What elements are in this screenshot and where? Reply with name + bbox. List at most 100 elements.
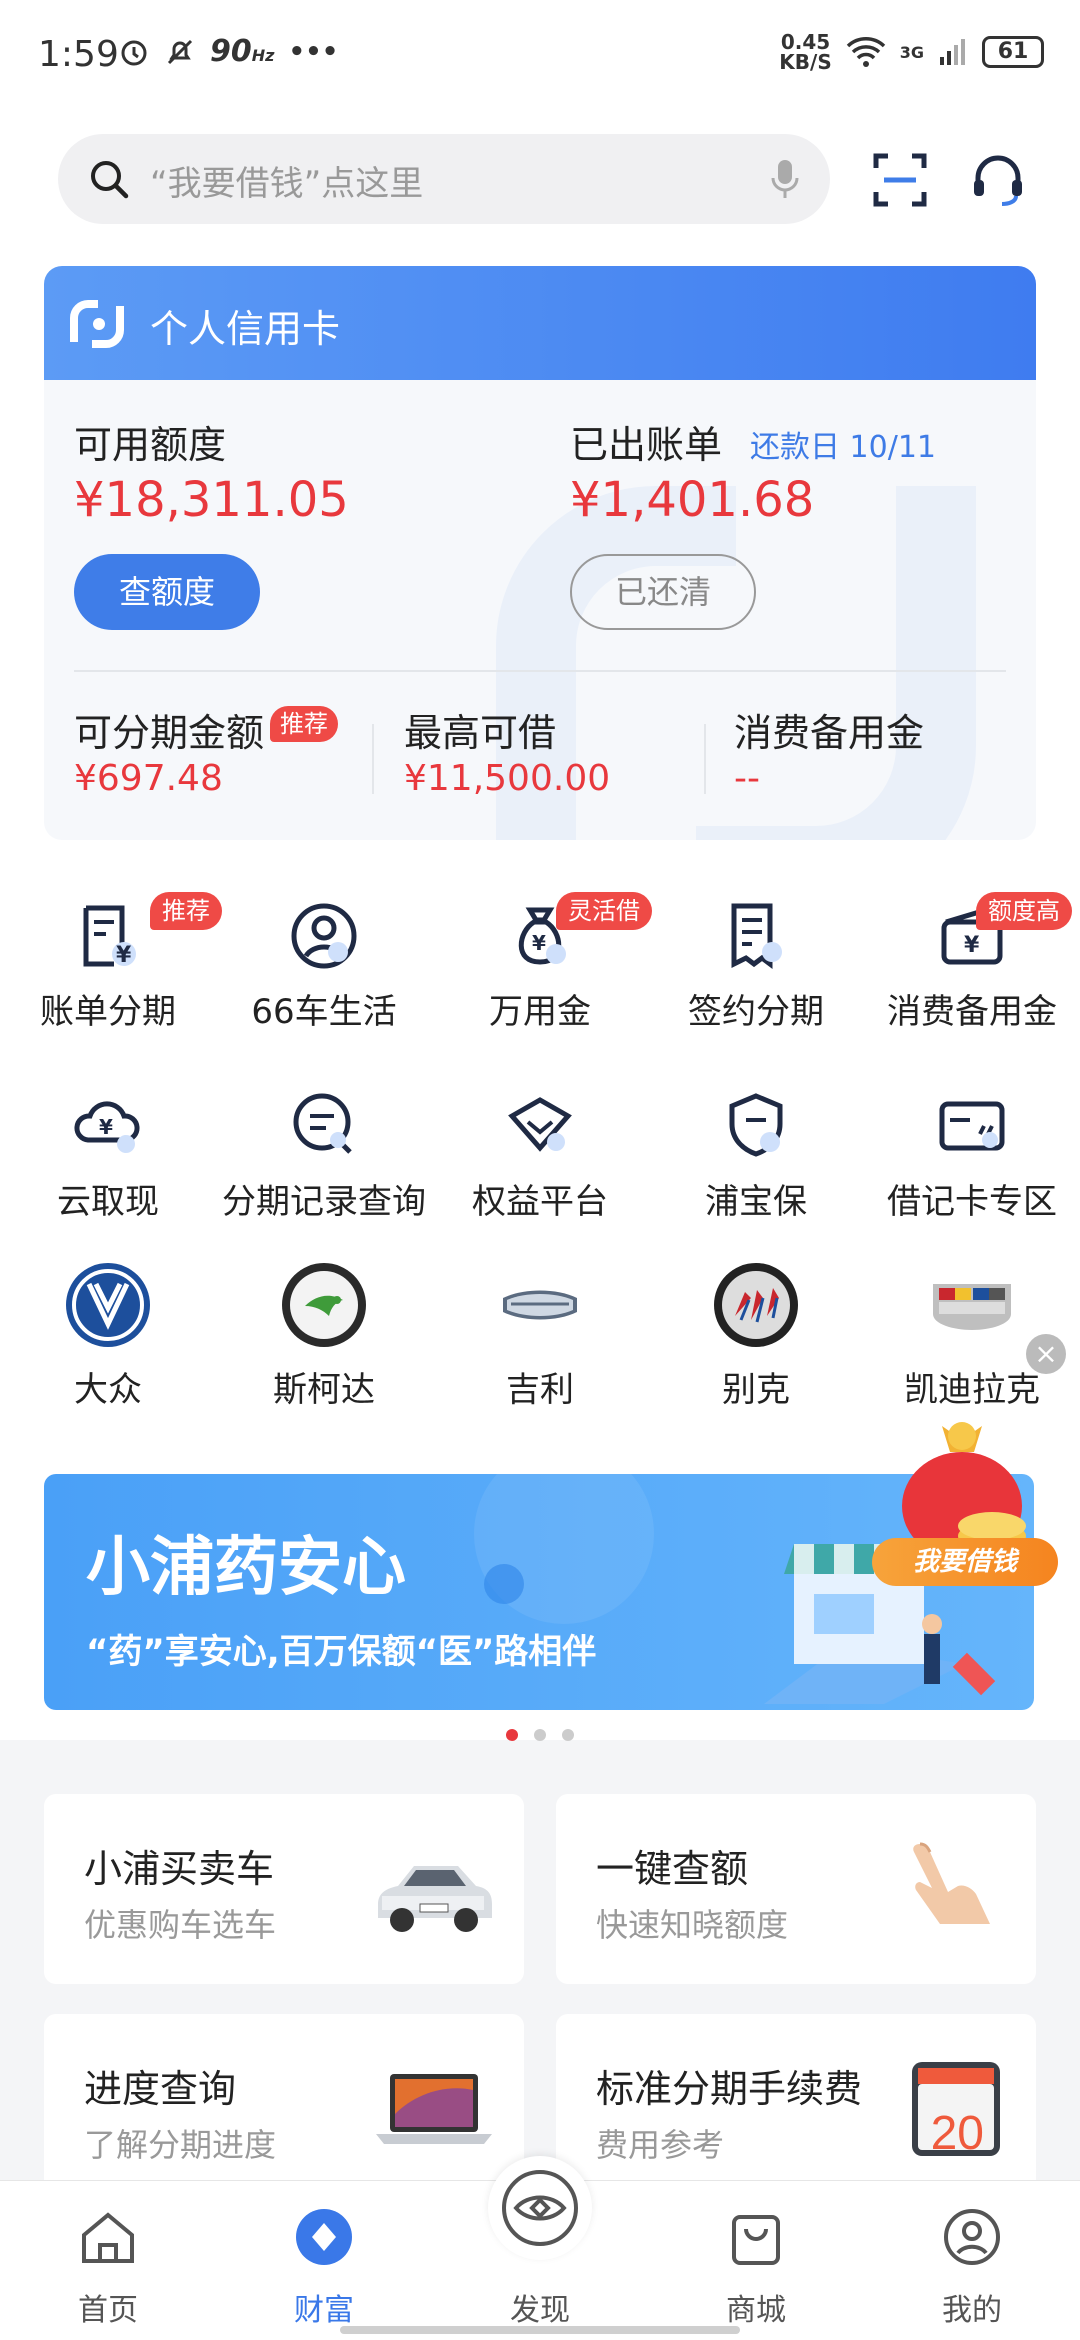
volkswagen-logo-icon xyxy=(66,1263,150,1347)
carousel-indicator xyxy=(0,1726,1080,1745)
service-debit-card[interactable]: 借记卡专区 xyxy=(864,1090,1080,1223)
svg-text:¥: ¥ xyxy=(532,931,546,955)
brand-volkswagen[interactable]: 大众 xyxy=(0,1260,216,1411)
car-icon xyxy=(378,1866,492,1932)
nav-home[interactable]: 首页 xyxy=(0,2181,216,2340)
customer-service-icon[interactable] xyxy=(970,152,1026,208)
banner-title: 小浦药安心 xyxy=(86,1531,406,1605)
spdb-logo-icon xyxy=(70,300,124,348)
feature-subtitle: 优惠购车选车 xyxy=(84,1906,277,1944)
service-benefits-platform[interactable]: 权益平台 xyxy=(432,1090,648,1223)
reserve-fund-label[interactable]: 消费备用金 xyxy=(734,702,924,757)
service-label: 云取现 xyxy=(57,1182,159,1222)
reserve-fund-amount: -- xyxy=(734,758,760,799)
card-header: 个人信用卡 xyxy=(44,266,1036,380)
service-label: 权益平台 xyxy=(472,1182,608,1222)
network-speed-unit: KB/S xyxy=(779,50,832,74)
svg-text:¥: ¥ xyxy=(964,933,980,958)
service-pubaobao[interactable]: 浦宝保 xyxy=(648,1090,864,1223)
discover-button[interactable] xyxy=(488,2156,592,2260)
scan-icon[interactable] xyxy=(872,152,928,208)
column-divider xyxy=(704,724,706,794)
home-indicator xyxy=(340,2326,740,2334)
feature-card-quick-check[interactable]: 一键查额 快速知晓额度 xyxy=(556,1794,1036,1984)
max-borrow-label[interactable]: 最高可借 xyxy=(404,702,556,757)
bill-amount: ¥1,401.68 xyxy=(570,472,815,528)
credit-card-panel[interactable]: 个人信用卡 可用额度 ¥18,311.05 查额度 已出账单 还款日 10/11… xyxy=(44,266,1036,840)
service-label: 账单分期 xyxy=(40,992,176,1032)
geely-logo-icon xyxy=(503,1290,577,1320)
nav-profile[interactable]: 我的 xyxy=(864,2181,1080,2340)
carousel-dot xyxy=(562,1729,574,1741)
service-bill-installment[interactable]: ¥ 账单分期 推荐 xyxy=(0,892,222,1033)
bill-installment-icon: ¥ xyxy=(83,905,136,968)
wifi-icon xyxy=(846,37,885,67)
feature-title: 一键查额 xyxy=(596,1847,749,1891)
borrow-money-float-button[interactable]: 我要借钱 xyxy=(872,1538,1058,1586)
nav-label: 发现 xyxy=(510,2293,570,2328)
feature-title: 标准分期手续费 xyxy=(596,2067,863,2111)
network-speed-value: 0.45 xyxy=(780,30,831,54)
service-cloud-cash[interactable]: ¥ 云取现 xyxy=(0,1090,216,1223)
brand-label: 大众 xyxy=(74,1370,142,1410)
check-credit-button[interactable]: 查额度 xyxy=(74,554,260,630)
status-time: 1:59 xyxy=(38,34,119,75)
recommend-badge: 推荐 xyxy=(270,706,338,742)
microphone-icon[interactable] xyxy=(770,158,800,202)
feature-card-progress[interactable]: 进度查询 了解分期进度 xyxy=(44,2014,524,2204)
feature-title: 进度查询 xyxy=(84,2067,237,2111)
service-badge: 额度高 xyxy=(976,892,1072,930)
service-label: 签约分期 xyxy=(688,992,824,1032)
header: “我要借钱”点这里 xyxy=(0,110,1080,260)
contract-icon xyxy=(731,903,782,969)
hand-tap-icon xyxy=(913,1842,990,1924)
network-speed: 0.45 KB/S xyxy=(779,32,831,72)
nav-label: 财富 xyxy=(294,2293,354,2328)
wealth-icon xyxy=(296,2209,352,2265)
status-left-icons: 90Hz ••• xyxy=(118,34,338,69)
card-title: 个人信用卡 xyxy=(150,307,341,351)
nav-label: 我的 xyxy=(942,2293,1002,2328)
search-icon xyxy=(91,161,129,199)
feature-title: 小浦买卖车 xyxy=(84,1847,275,1891)
installment-amount: ¥697.48 xyxy=(74,758,223,799)
banner-subtitle: “药”享安心,百万保额“医”路相伴 xyxy=(86,1632,597,1672)
shield-icon xyxy=(729,1093,783,1157)
close-icon[interactable]: × xyxy=(1026,1334,1066,1374)
service-reserve-fund[interactable]: ¥ 消费备用金 额度高 xyxy=(864,892,1080,1033)
service-car-life[interactable]: 66车生活 xyxy=(216,900,432,1033)
nav-wealth[interactable]: 财富 xyxy=(216,2181,432,2340)
banner-decoration-icon xyxy=(474,1474,654,1624)
feature-card-car-trade[interactable]: 小浦买卖车 优惠购车选车 xyxy=(44,1794,524,1984)
installment-amount-label[interactable]: 可分期金额 xyxy=(74,702,264,757)
nav-mall[interactable]: 商城 xyxy=(648,2181,864,2340)
nav-label: 首页 xyxy=(78,2293,138,2328)
home-icon xyxy=(82,2212,134,2263)
service-label: 消费备用金 xyxy=(887,992,1057,1032)
alarm-icon xyxy=(121,40,147,65)
discover-eye-icon xyxy=(502,2170,578,2246)
service-contract-installment[interactable]: 签约分期 xyxy=(648,900,864,1033)
refresh-rate: 90Hz xyxy=(210,34,274,69)
debit-card-icon xyxy=(939,1101,1005,1151)
brand-label: 吉利 xyxy=(506,1370,574,1410)
feature-subtitle: 快速知晓额度 xyxy=(596,1906,789,1944)
search-input[interactable]: “我要借钱”点这里 xyxy=(58,134,830,224)
service-wanyongjin[interactable]: ¥ 万用金 灵活借 xyxy=(432,892,652,1033)
service-badge: 灵活借 xyxy=(556,892,652,930)
paid-button[interactable]: 已还清 xyxy=(570,554,756,630)
cadillac-logo-icon xyxy=(933,1284,1011,1330)
card-divider xyxy=(74,670,1006,672)
service-label: 借记卡专区 xyxy=(887,1182,1057,1222)
brand-skoda[interactable]: 斯柯达 xyxy=(216,1260,432,1411)
brand-buick[interactable]: 别克 xyxy=(648,1260,864,1411)
due-date-label[interactable]: 还款日 10/11 xyxy=(750,422,936,466)
signal-icon xyxy=(940,39,965,65)
network-type: 3G xyxy=(899,42,924,62)
brand-geely[interactable]: 吉利 xyxy=(432,1260,648,1411)
carousel-dot xyxy=(506,1729,518,1741)
feature-card-fee[interactable]: 标准分期手续费 费用参考 20 xyxy=(556,2014,1036,2204)
service-label: 66车生活 xyxy=(251,992,397,1032)
refresh-rate-unit: Hz xyxy=(251,46,275,65)
service-installment-records[interactable]: 分期记录查询 xyxy=(216,1090,432,1223)
